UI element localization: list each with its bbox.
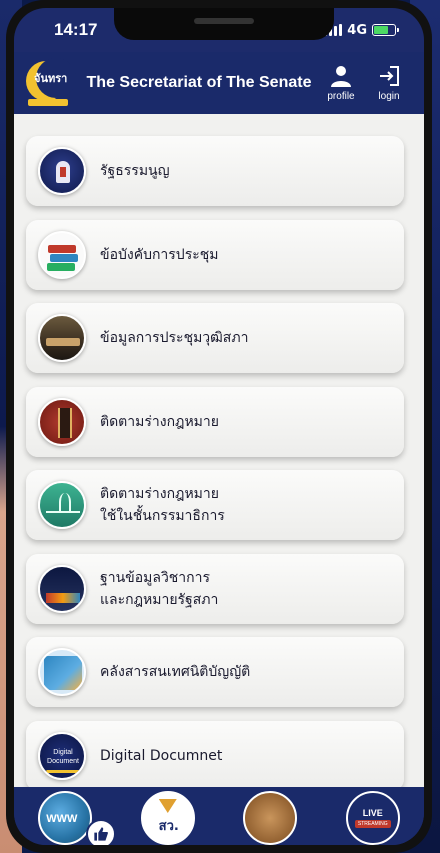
streaming-label: STREAMING [354,820,391,828]
constitution-icon [38,147,86,195]
menu-item-label: ข้อบังคับการประชุม [100,246,219,263]
menu-item-constitution[interactable]: รัฐธรรมนูญ [26,136,404,206]
app-logo[interactable]: จันทรา [24,55,80,111]
bottom-bar: WWW สว. LIVE STREAMING [14,787,424,845]
meeting-chamber-icon [38,314,86,362]
menu-item-committee-tracking[interactable]: ติดตามร่างกฎหมาย ใช้ในชั้นกรรมาธิการ [26,470,404,540]
legislative-archive-icon [38,648,86,696]
login-label: login [378,91,400,102]
menu-item-label: ติดตามร่างกฎหมาย [100,413,219,430]
academic-database-icon [38,564,86,613]
network-type: 4G [347,22,367,38]
phone-screen: 14:17 4G จันทรา The Secretariat of The S… [14,8,424,845]
login-button[interactable]: login [368,64,410,102]
senate-logo-button[interactable]: สว. [140,791,195,845]
login-icon [380,66,399,86]
profile-label: profile [327,91,355,102]
logo-text: จันทรา [34,72,68,85]
senate-seal-icon [158,799,177,813]
page-title: The Secretariat of The Senate [86,74,312,91]
like-button[interactable] [86,819,117,845]
menu-item-meeting-rules[interactable]: ข้อบังคับการประชุม [26,219,404,290]
status-indicators: 4G [324,22,399,38]
menu-list: รัฐธรรมนูญ ข้อบังคับการประชุม ข้อมูลการป… [14,114,424,791]
menu-item-label: รัฐธรรมนูญ [100,163,170,179]
profile-button[interactable]: profile [320,64,362,102]
notch [114,8,334,40]
digital-document-icon: Digital Document [38,731,86,780]
logo-tag [28,99,68,106]
menu-item-law-tracking[interactable]: ติดตามร่างกฎหมาย [26,386,404,457]
books-icon [38,230,86,279]
phone-frame: 14:17 4G จันทรา The Secretariat of The S… [6,0,432,853]
thumbs-up-icon [94,827,109,841]
menu-item-label: ติดตามร่างกฎหมาย ใช้ในชั้นกรรมาธิการ [100,486,225,524]
menu-item-label: คลังสารสนเทศนิติบัญญัติ [100,664,251,680]
menu-item-label: Digital Documnet [100,747,223,764]
menu-item-label: ข้อมูลการประชุมวุฒิสภา [100,330,249,346]
menu-item-label: ฐานข้อมูลวิชาการ และกฎหมายรัฐสภา [100,569,219,608]
website-button[interactable]: WWW [38,791,117,845]
www-text: WWW [46,813,78,825]
app-header: จันทรา The Secretariat of The Senate pro… [14,52,424,114]
battery-icon [372,24,399,36]
status-time: 14:17 [54,20,98,39]
live-label: LIVE [362,808,383,818]
parliament-building-button[interactable] [243,791,298,845]
profile-icon [331,66,351,87]
menu-item-digital-document[interactable]: Digital Document Digital Documnet [26,720,404,791]
menu-item-senate-session[interactable]: ข้อมูลการประชุมวุฒิสภา [26,303,404,373]
live-streaming-button[interactable]: LIVE STREAMING [345,791,400,845]
menu-item-legislative-archive[interactable]: คลังสารสนเทศนิติบัญญัติ [26,637,404,707]
menu-item-academic-database[interactable]: ฐานข้อมูลวิชาการ และกฎหมายรัฐสภา [26,553,404,624]
law-tracking-icon [38,397,86,446]
senate-mark: สว. [158,819,179,834]
committee-tracking-icon [38,481,86,529]
speaker-grille [194,18,254,24]
